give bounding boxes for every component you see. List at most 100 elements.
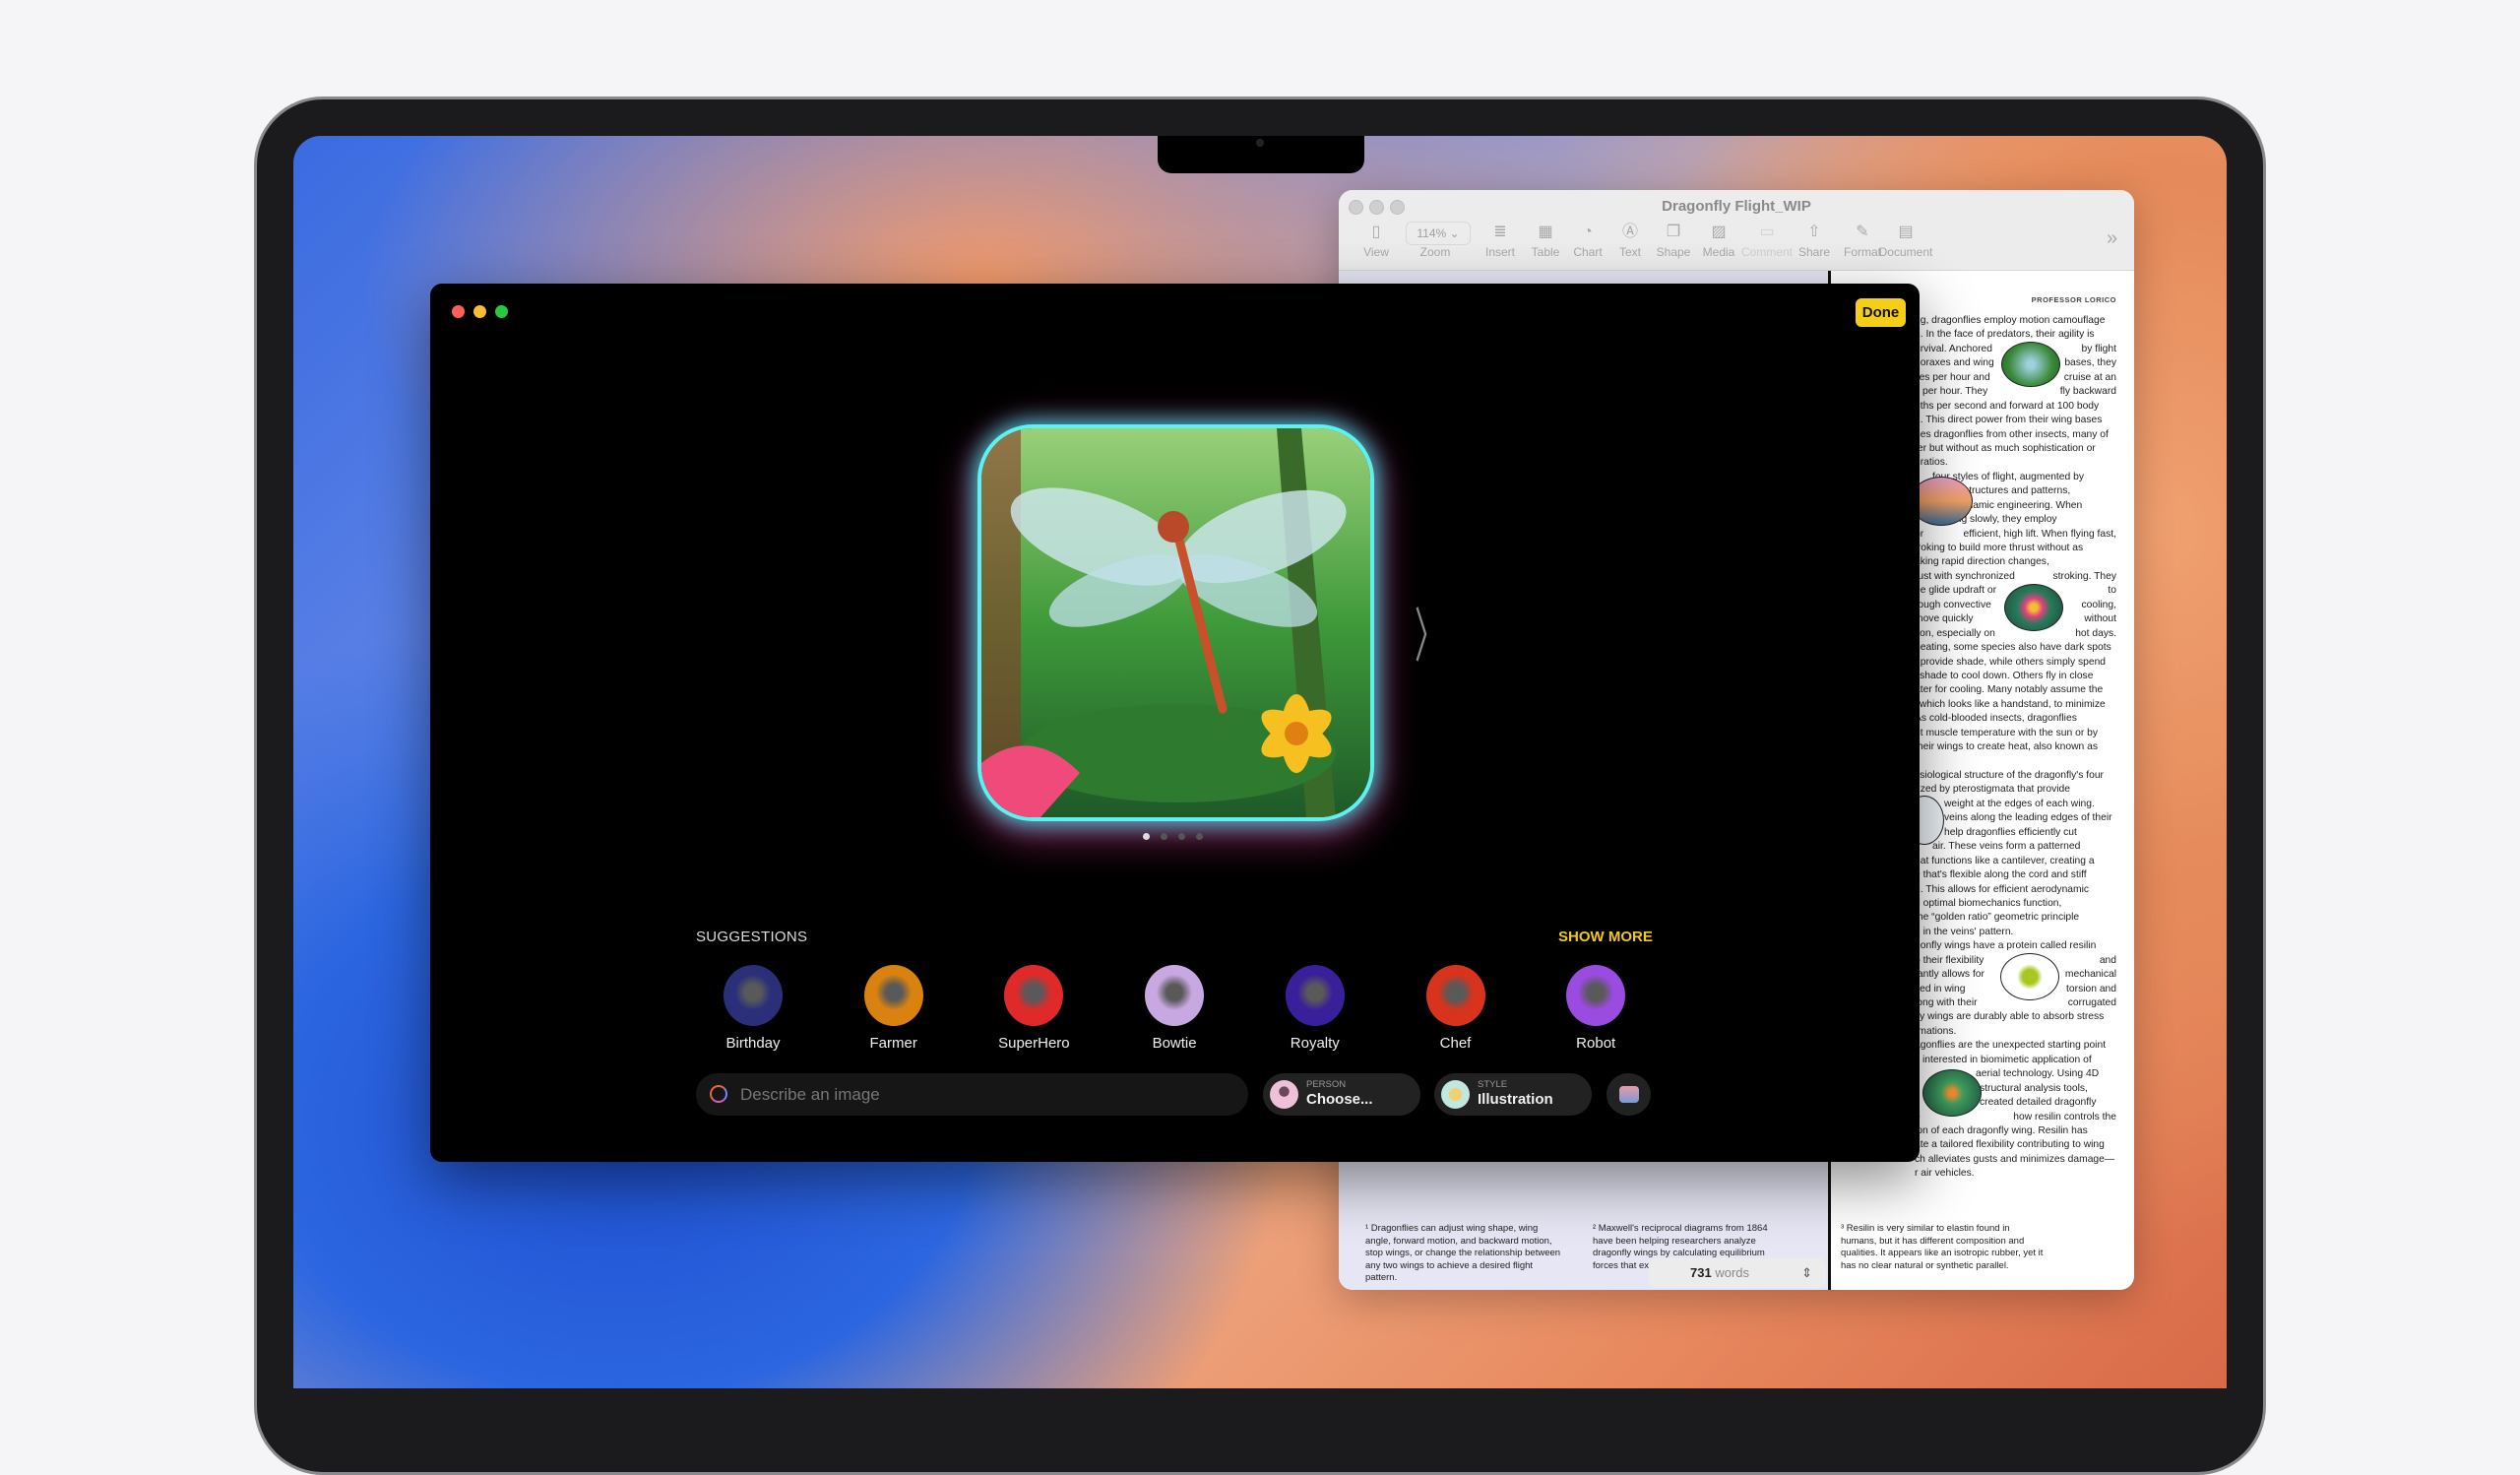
page-indicator-dot[interactable] xyxy=(1196,833,1203,840)
suggestion-superhero[interactable]: SuperHero xyxy=(979,965,1088,1052)
body-text-line: d in the veins' pattern. xyxy=(1915,926,2116,939)
toolbar-label: Zoom xyxy=(1419,245,1451,259)
suggestion-royalty[interactable]: Royalty xyxy=(1261,965,1369,1052)
line-text: l shade to cool down. Others fly in clos… xyxy=(1915,670,2094,681)
body-text-line: ch alleviates gusts and minimizes damage… xyxy=(1915,1153,2116,1167)
word-count-label: words xyxy=(1715,1265,1750,1280)
line-text: o their flexibility xyxy=(1915,954,1984,966)
done-button[interactable]: Done xyxy=(1856,298,1906,327)
line-text: ch alleviates gusts and minimizes damage… xyxy=(1915,1153,2115,1165)
line-text: ee glide updraft or xyxy=(1915,585,1997,597)
line-text: their wings to create heat, also known a… xyxy=(1915,741,2099,753)
line-text-right: cruise at an xyxy=(2063,371,2116,383)
suggestion-farmer[interactable]: Farmer xyxy=(840,965,948,1052)
zoom-select[interactable]: 114% ⌄ xyxy=(1406,222,1471,245)
line-text: ysiological structure of the dragonfly's… xyxy=(1915,770,2104,781)
line-text: horaxes and wing xyxy=(1915,357,1994,369)
footnote-1: ¹ Dragonflies can adjust wing shape, win… xyxy=(1365,1223,1561,1283)
next-image-chevron-icon[interactable]: 〉 xyxy=(1415,589,1444,674)
line-text: s per hour. They xyxy=(1915,386,1988,398)
line-text: ter but without as much sophistication o… xyxy=(1915,442,2096,454)
line-text-right: by flight xyxy=(2081,343,2117,354)
line-text-right: aerial technology. Using 4D xyxy=(1976,1068,2100,1080)
body-text-line: e that's flexible along the cord and sti… xyxy=(1915,868,2116,882)
beetle-inline-image[interactable] xyxy=(2004,584,2063,631)
toolbar-document-button[interactable]: ▤ Document xyxy=(1876,220,1935,259)
line-text-right: torsion and xyxy=(2066,983,2116,994)
body-text-line: ter but without as much sophistication o… xyxy=(1915,442,2116,456)
body-text-line: ate a tailored flexibility contributing … xyxy=(1915,1138,2116,1152)
word-count-menu[interactable]: 731 words ⇕ xyxy=(1649,1258,1826,1288)
zoom-button[interactable] xyxy=(495,305,508,318)
style-picker-button[interactable]: STYLE Illustration xyxy=(1434,1073,1592,1116)
toolbar-view-button[interactable]: ▯ View xyxy=(1347,220,1406,259)
line-text: agonflies are the unexpected starting po… xyxy=(1915,1040,2107,1052)
style-label: STYLE xyxy=(1478,1079,1508,1090)
more-tools-icon[interactable]: » xyxy=(2107,227,2117,250)
body-text-line: l shade to cool down. Others fly in clos… xyxy=(1915,670,2116,683)
line-text-right: to xyxy=(2108,585,2116,597)
bowtie-icon xyxy=(1145,965,1205,1026)
suggestion-birthday[interactable]: Birthday xyxy=(699,965,807,1052)
line-text-right: stroking. They xyxy=(2052,570,2116,582)
page-indicator-dot[interactable] xyxy=(1178,833,1185,840)
photo-library-button[interactable] xyxy=(1606,1073,1651,1116)
line-text: ater for cooling. Many notably assume th… xyxy=(1915,684,2104,696)
body-text-line: rust with synchronized stroking. They xyxy=(1915,570,2116,584)
superhero-icon xyxy=(1004,965,1064,1026)
line-text: gths per second and forward at 100 body xyxy=(1915,400,2100,412)
line-text: n. This allows for efficient aerodynamic xyxy=(1915,883,2090,895)
body-text-line: troking to build more thrust without as xyxy=(1915,542,2116,555)
body-text-line: h. In the face of predators, their agili… xyxy=(1915,328,2116,342)
line-text-right: and xyxy=(2099,954,2116,966)
body-text-line: gonfly wings have a protein called resil… xyxy=(1915,939,2116,953)
suggestion-label: Chef xyxy=(1439,1035,1472,1052)
page-indicator-dot[interactable] xyxy=(1143,833,1150,840)
toolbar-label: Text xyxy=(1618,245,1641,259)
minimize-button[interactable] xyxy=(473,305,486,318)
body-text-line: aking rapid direction changes, xyxy=(1915,555,2116,569)
body-text-line: ' which looks like a handstand, to minim… xyxy=(1915,698,2116,712)
close-button[interactable] xyxy=(452,305,465,318)
line-text-right: without xyxy=(2084,613,2116,625)
suggestion-label: Birthday xyxy=(725,1035,781,1052)
image-playground-window: Done 〉 SUGGESTIONS SHOW MORE Birthday Far… xyxy=(430,284,1920,1162)
line-text: iles per hour and xyxy=(1915,371,1990,383)
body-text-line: help dragonflies efficiently cut xyxy=(1915,826,2116,840)
beetle-inline-image-2[interactable] xyxy=(1922,1069,1982,1117)
generated-image-dragonfly[interactable] xyxy=(981,428,1370,817)
line-text-right: cooling, xyxy=(2081,599,2117,610)
person-picker-button[interactable]: PERSON Choose... xyxy=(1263,1073,1420,1116)
suggestion-chef[interactable]: Chef xyxy=(1402,965,1510,1052)
line-text: sed in wing xyxy=(1915,983,1966,994)
show-more-button[interactable]: SHOW MORE xyxy=(1558,929,1653,945)
page-indicator-dot[interactable] xyxy=(1161,833,1167,840)
line-text-right: help dragonflies efficiently cut xyxy=(1944,826,2077,838)
body-text-line: the “golden ratio” geometric principle xyxy=(1915,911,2116,925)
line-text: ion of each dragonfly wing. Resilin has xyxy=(1915,1124,2088,1136)
dragonfly-inline-image[interactable] xyxy=(2001,342,2060,387)
body-text-line: s interested in biomimetic application o… xyxy=(1915,1054,2116,1067)
line-text: h. In the face of predators, their agili… xyxy=(1915,329,2095,341)
line-text: t provide shade, while others simply spe… xyxy=(1915,656,2107,668)
document-body[interactable]: ng, dragonflies employ motion camouflage… xyxy=(1915,314,2116,1182)
describe-image-input[interactable]: Describe an image xyxy=(696,1073,1248,1116)
body-text-line: ht muscle temperature with the sun or by xyxy=(1915,727,2116,740)
body-text-line: ater for cooling. Many notably assume th… xyxy=(1915,683,2116,697)
line-text: r air vehicles. xyxy=(1915,1168,1975,1180)
illustration-style-icon xyxy=(1441,1080,1470,1109)
robot-icon xyxy=(1566,965,1626,1026)
royalty-icon xyxy=(1285,965,1345,1026)
zoom-value: 114% xyxy=(1417,226,1447,240)
body-text-line: long with their corrugated xyxy=(1915,996,2116,1010)
gold-beetle-inline-image[interactable] xyxy=(2000,953,2059,1000)
suggestion-robot[interactable]: Robot xyxy=(1542,965,1650,1052)
suggestion-bowtie[interactable]: Bowtie xyxy=(1120,965,1228,1052)
body-text-line: rized by pterostigmata that provide xyxy=(1915,783,2116,797)
suggestion-label: Robot xyxy=(1576,1035,1616,1052)
pages-toolbar: Dragonfly Flight_WIP ▯ View Zoom ≣ Insert ▦ Ta… xyxy=(1339,190,2134,271)
line-text: troking to build more thrust without as xyxy=(1915,543,2084,553)
body-text-line: orefficient, high lift. When flying fast… xyxy=(1915,528,2116,542)
toolbar-label: View xyxy=(1363,245,1389,259)
up-down-chevron-icon: ⇕ xyxy=(1801,1265,1812,1280)
